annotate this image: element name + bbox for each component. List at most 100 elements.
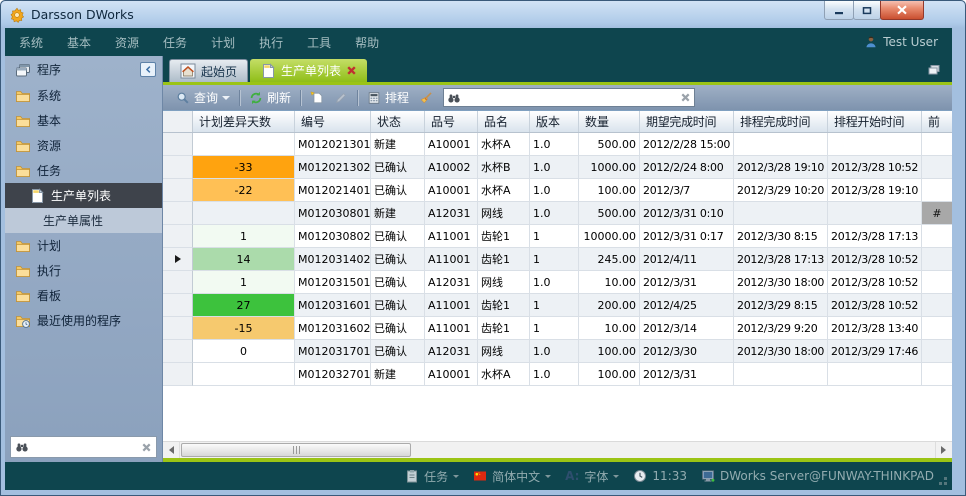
cell-item-no[interactable]: A10002 — [425, 156, 478, 179]
menu-item[interactable]: 工具 — [307, 36, 331, 50]
cell-extra[interactable]: # — [922, 202, 952, 225]
column-header-sched-start[interactable]: 排程开始时间 — [828, 111, 922, 132]
cell-sched-start[interactable]: 2012/3/28 10:52 — [828, 271, 922, 294]
cell-sched-start[interactable]: 2012/3/28 10:52 — [828, 156, 922, 179]
cell-item-no[interactable]: A11001 — [425, 248, 478, 271]
cell-extra[interactable] — [922, 225, 952, 248]
sidebar-item[interactable]: 任务 — [5, 158, 162, 183]
resize-grip-icon[interactable] — [944, 482, 947, 485]
sidebar-item[interactable]: 生产单属性 — [5, 208, 162, 233]
edit-button[interactable] — [329, 87, 353, 108]
refresh-button[interactable]: 刷新 — [244, 87, 296, 108]
close-button[interactable] — [880, 1, 924, 20]
cell-qty[interactable]: 10.00 — [579, 271, 640, 294]
clean-button[interactable] — [414, 87, 438, 108]
sidebar-item[interactable]: 资源 — [5, 133, 162, 158]
cell-qty[interactable]: 10.00 — [579, 317, 640, 340]
cell-expected-finish[interactable]: 2012/2/28 15:00 — [640, 133, 734, 156]
cell-status[interactable]: 已确认 — [371, 294, 425, 317]
table-row[interactable]: M012021301新建A10001水杯A1.0500.002012/2/28 … — [163, 133, 952, 156]
cell-status[interactable]: 新建 — [371, 133, 425, 156]
cell-version[interactable]: 1.0 — [530, 202, 579, 225]
column-header-sched-finish[interactable]: 排程完成时间 — [734, 111, 828, 132]
sidebar-collapse-button[interactable] — [140, 62, 156, 77]
sidebar-item[interactable]: 执行 — [5, 258, 162, 283]
cell-order-no[interactable]: M012032701 — [295, 363, 371, 386]
cell-item-no[interactable]: A10001 — [425, 363, 478, 386]
table-row[interactable]: M012032701新建A10001水杯A1.0100.002012/3/31 — [163, 363, 952, 386]
cell-item-no[interactable]: A10001 — [425, 133, 478, 156]
clear-search-icon[interactable] — [141, 442, 152, 453]
cell-status[interactable]: 已确认 — [371, 248, 425, 271]
cell-qty[interactable]: 100.00 — [579, 179, 640, 202]
cell-qty[interactable]: 100.00 — [579, 340, 640, 363]
cell-expected-finish[interactable]: 2012/3/31 0:17 — [640, 225, 734, 248]
table-row[interactable]: 27M012031601已确认A11001齿轮11200.002012/4/25… — [163, 294, 952, 317]
cell-version[interactable]: 1.0 — [530, 156, 579, 179]
cell-item-no[interactable]: A10001 — [425, 179, 478, 202]
clear-search-icon[interactable] — [680, 92, 691, 103]
status-task-dropdown[interactable]: 任务 — [405, 468, 459, 485]
cell-version[interactable]: 1.0 — [530, 363, 579, 386]
cell-sched-finish[interactable]: 2012/3/29 9:20 — [734, 317, 828, 340]
cell-diff-days[interactable]: 14 — [193, 248, 295, 271]
cell-diff-days[interactable] — [193, 363, 295, 386]
toolbar-search-input[interactable] — [464, 90, 677, 105]
status-language-dropdown[interactable]: 简体中文 — [473, 468, 551, 485]
cell-expected-finish[interactable]: 2012/4/11 — [640, 248, 734, 271]
cell-sched-finish[interactable]: 2012/3/29 10:20 — [734, 179, 828, 202]
cell-item-no[interactable]: A11001 — [425, 317, 478, 340]
menu-item[interactable]: 资源 — [115, 36, 139, 50]
table-row[interactable]: 1M012030802已确认A11001齿轮1110000.002012/3/3… — [163, 225, 952, 248]
menu-item[interactable]: 执行 — [259, 36, 283, 50]
cell-extra[interactable] — [922, 179, 952, 202]
sidebar-item[interactable]: 计划 — [5, 233, 162, 258]
cell-order-no[interactable]: M012031402 — [295, 248, 371, 271]
sidebar-item[interactable]: 系统 — [5, 83, 162, 108]
cell-item-name[interactable]: 水杯A — [478, 363, 530, 386]
cell-diff-days[interactable]: 1 — [193, 271, 295, 294]
cell-expected-finish[interactable]: 2012/3/7 — [640, 179, 734, 202]
scrollbar-thumb[interactable] — [181, 443, 411, 457]
cell-item-name[interactable]: 齿轮1 — [478, 294, 530, 317]
windows-icon[interactable] — [926, 61, 942, 77]
cell-sched-finish[interactable] — [734, 363, 828, 386]
cell-item-name[interactable]: 水杯B — [478, 156, 530, 179]
menu-item[interactable]: 系统 — [19, 36, 43, 50]
cell-order-no[interactable]: M012031501 — [295, 271, 371, 294]
column-header-item-no[interactable]: 品号 — [425, 111, 478, 132]
cell-order-no[interactable]: M012030802 — [295, 225, 371, 248]
cell-version[interactable]: 1.0 — [530, 179, 579, 202]
tab-start-page[interactable]: 起始页 — [169, 59, 248, 82]
cell-diff-days[interactable]: -22 — [193, 179, 295, 202]
cell-diff-days[interactable]: -33 — [193, 156, 295, 179]
cell-sched-start[interactable]: 2012/3/28 17:13 — [828, 225, 922, 248]
cell-extra[interactable] — [922, 133, 952, 156]
minimize-button[interactable] — [824, 1, 854, 20]
cell-sched-start[interactable]: 2012/3/28 10:52 — [828, 248, 922, 271]
cell-expected-finish[interactable]: 2012/3/30 — [640, 340, 734, 363]
cell-status[interactable]: 已确认 — [371, 179, 425, 202]
schedule-button[interactable]: 排程 — [362, 87, 414, 108]
cell-item-no[interactable]: A11001 — [425, 225, 478, 248]
cell-item-name[interactable]: 水杯A — [478, 179, 530, 202]
cell-sched-finish[interactable]: 2012/3/29 8:15 — [734, 294, 828, 317]
column-header-diff-days[interactable]: 计划差异天数 — [193, 111, 295, 132]
column-header-item-name[interactable]: 品名 — [478, 111, 530, 132]
table-row[interactable]: -22M012021401已确认A10001水杯A1.0100.002012/3… — [163, 179, 952, 202]
cell-version[interactable]: 1.0 — [530, 133, 579, 156]
cell-version[interactable]: 1.0 — [530, 271, 579, 294]
cell-extra[interactable] — [922, 363, 952, 386]
scroll-right-button[interactable] — [935, 442, 952, 458]
cell-qty[interactable]: 500.00 — [579, 202, 640, 225]
cell-item-name[interactable]: 网线 — [478, 271, 530, 294]
cell-sched-start[interactable] — [828, 363, 922, 386]
cell-status[interactable]: 已确认 — [371, 156, 425, 179]
cell-expected-finish[interactable]: 2012/3/14 — [640, 317, 734, 340]
column-header-qty[interactable]: 数量 — [579, 111, 640, 132]
cell-sched-start[interactable]: 2012/3/28 13:40 — [828, 317, 922, 340]
cell-version[interactable]: 1 — [530, 317, 579, 340]
table-row[interactable]: 1M012031501已确认A12031网线1.010.002012/3/312… — [163, 271, 952, 294]
table-row[interactable]: -33M012021302已确认A10002水杯B1.01000.002012/… — [163, 156, 952, 179]
cell-sched-finish[interactable]: 2012/3/28 17:13 — [734, 248, 828, 271]
